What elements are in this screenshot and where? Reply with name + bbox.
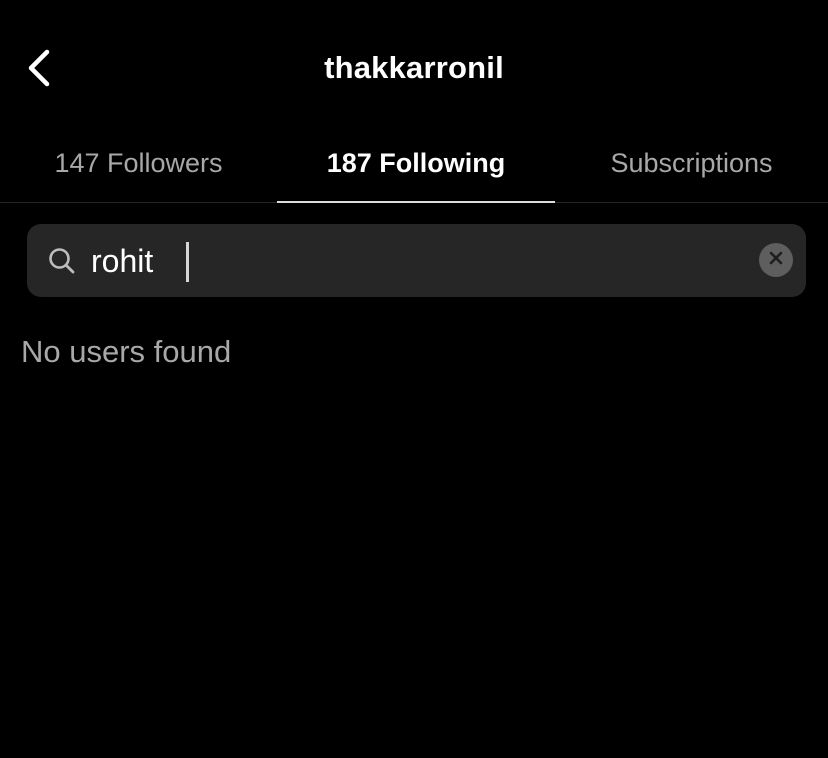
search-bar [27, 224, 806, 297]
clear-icon [768, 250, 784, 271]
clear-search-button[interactable] [759, 243, 793, 277]
top-navigation-bar: thakkarronil [0, 0, 828, 130]
page-title: thakkarronil [324, 50, 504, 85]
search-icon [47, 246, 77, 276]
no-results-message: No users found [21, 334, 232, 369]
tab-following[interactable]: 187 Following [277, 128, 555, 203]
tab-subscriptions[interactable]: Subscriptions [555, 128, 828, 202]
follow-tabs: 147 Followers 187 Following Subscription… [0, 128, 828, 203]
tab-followers[interactable]: 147 Followers [0, 128, 277, 202]
text-cursor [186, 242, 189, 282]
